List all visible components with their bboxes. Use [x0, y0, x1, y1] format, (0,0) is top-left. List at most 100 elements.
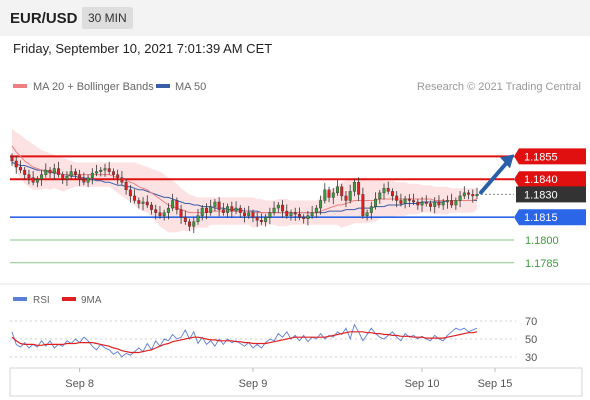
candle-body	[213, 201, 217, 207]
candle-body	[259, 220, 263, 222]
candle-body	[390, 191, 394, 197]
candle-body	[57, 168, 60, 175]
candle-body	[462, 192, 466, 197]
candle-body	[433, 201, 437, 207]
rsi-legend: RSI 9MA	[13, 295, 102, 306]
ma20-legend-swatch	[13, 84, 27, 88]
candle-body	[310, 212, 314, 216]
candle-body	[18, 166, 22, 171]
candle-body	[297, 213, 301, 218]
candle-body	[61, 174, 65, 180]
credit-text: Research © 2021 Trading Central	[417, 81, 581, 93]
candle-body	[437, 201, 441, 206]
candle-body	[289, 212, 293, 216]
candle-body	[314, 207, 318, 213]
candle-body	[209, 206, 213, 213]
candle-body	[69, 171, 73, 177]
candle-body	[128, 189, 132, 197]
x-tick-label: Sep 10	[405, 378, 440, 390]
candle-body	[175, 200, 179, 210]
candle-body	[35, 178, 39, 183]
candle-body	[302, 216, 306, 219]
candle-body	[251, 212, 255, 218]
current-price-label: 1.1830	[524, 189, 558, 201]
candle-body	[44, 169, 48, 175]
candle-body	[450, 200, 454, 206]
target-label-1-1785: 1.1785	[525, 258, 559, 270]
forecast-arrow-shaft	[479, 160, 509, 195]
candle-body	[10, 156, 14, 162]
support-label-1-1815: 1.1815	[524, 212, 558, 224]
candle-body	[306, 215, 310, 219]
candle-body	[420, 201, 424, 206]
candle-body	[179, 209, 183, 218]
candle-body	[268, 212, 272, 218]
candle-body	[145, 201, 149, 206]
candle-body	[247, 212, 251, 216]
candle-body	[352, 182, 356, 192]
candle-body	[467, 192, 471, 195]
rsi-tick-30: 30	[525, 352, 537, 364]
candle-body	[65, 175, 69, 180]
candle-body	[217, 201, 221, 210]
candle-body	[238, 207, 242, 213]
candle-body	[48, 169, 52, 174]
candle-body	[111, 171, 115, 175]
ma20-legend-label: MA 20 + Bollinger Bands	[33, 81, 154, 93]
candle-body	[14, 160, 18, 168]
candle-body	[204, 207, 208, 213]
candle-body	[374, 198, 378, 207]
candle-body	[395, 195, 399, 201]
candle-body	[445, 200, 449, 203]
candle-body	[158, 212, 162, 216]
ma9-legend-swatch	[62, 297, 76, 301]
candle-body	[31, 177, 35, 183]
candle-body	[382, 188, 386, 194]
candle-body	[416, 201, 420, 206]
candle-body	[120, 177, 124, 183]
x-axis: Sep 8 Sep 9 Sep 10 Sep 15	[65, 368, 512, 390]
candle-body	[78, 174, 82, 180]
candle-body	[327, 189, 331, 198]
candle-body	[331, 192, 335, 198]
candle-body	[285, 210, 289, 216]
candle-body	[336, 186, 339, 194]
level-labels: 1.1855 1.1840 1.1830 1.1815 1.1800 1.1785	[514, 148, 586, 270]
candle-body	[86, 177, 90, 183]
candle-body	[116, 174, 120, 178]
candle-body	[319, 200, 323, 209]
chart-widget: EUR/USD 30 MIN Friday, September 10, 202…	[0, 0, 590, 400]
candle-body	[154, 209, 158, 213]
candle-body	[369, 206, 373, 213]
candle-body	[221, 209, 225, 213]
candle-body	[344, 195, 348, 201]
candle-body	[124, 182, 128, 191]
candle-body	[23, 169, 27, 175]
candle-body	[441, 201, 445, 206]
candle-body	[458, 195, 462, 201]
candle-body	[475, 194, 479, 197]
rsi-line	[11, 323, 478, 358]
candle-body	[361, 194, 365, 216]
rsi-panel: 70 50 30	[10, 316, 537, 364]
candle-body	[95, 171, 99, 174]
x-tick-label: Sep 9	[239, 378, 268, 390]
candle-body	[141, 201, 145, 204]
main-legend: MA 20 + Bollinger Bands MA 50 Research ©…	[13, 81, 581, 93]
candle-body	[412, 200, 416, 203]
candle-body	[150, 204, 153, 210]
candle-body	[386, 188, 390, 192]
price-chart: MA 20 + Bollinger Bands MA 50 Research ©…	[0, 81, 590, 397]
candle-body	[73, 171, 77, 175]
candle-body	[27, 174, 31, 178]
candle-body	[183, 216, 187, 222]
x-tick-label: Sep 15	[478, 378, 513, 390]
candle-body	[348, 191, 352, 201]
candle-body	[99, 169, 103, 172]
target-label-1-1800: 1.1800	[525, 235, 559, 247]
candle-body	[188, 221, 192, 227]
rsi-tick-50: 50	[525, 334, 537, 346]
ma50-legend-swatch	[156, 84, 170, 88]
candle-body	[323, 189, 327, 201]
candle-body	[200, 207, 204, 216]
